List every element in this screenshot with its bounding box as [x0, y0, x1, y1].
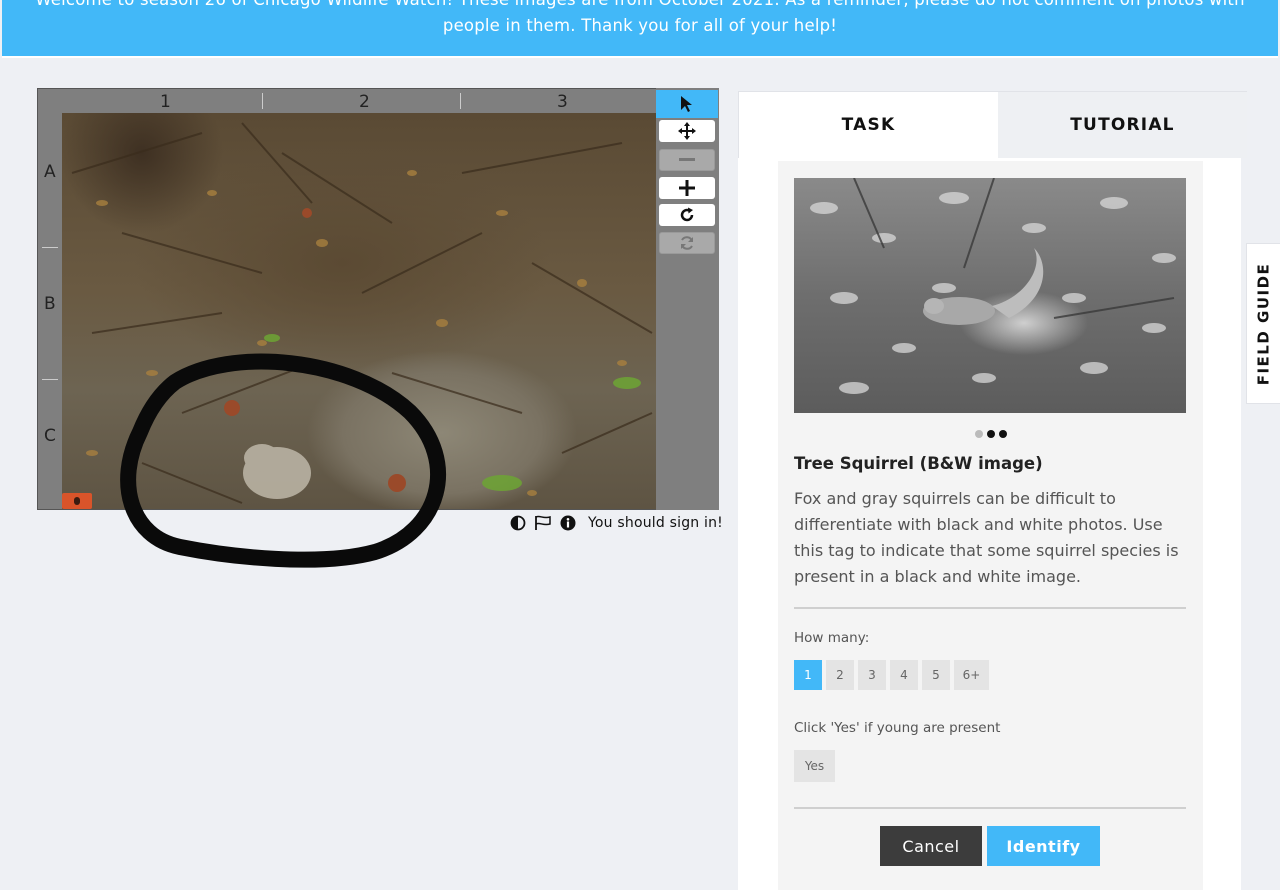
zoom-out-icon — [679, 158, 695, 161]
tab-task[interactable]: TASK — [739, 92, 998, 158]
subject-meta-row: You should sign in! — [510, 512, 723, 534]
column-label-2: 2 — [359, 92, 370, 112]
column-label-1: 1 — [160, 92, 171, 112]
subject-viewer: 1 2 3 A B C — [37, 88, 657, 510]
zoom-in-icon — [679, 180, 695, 196]
carousel-dot[interactable] — [998, 430, 1007, 438]
rotate-icon — [680, 207, 694, 222]
move-tool-button[interactable] — [659, 120, 715, 142]
count-option-6-plus[interactable]: 6+ — [954, 660, 989, 690]
row-label-b: B — [44, 294, 56, 314]
ruler-tick — [42, 379, 58, 380]
ruler-tick — [42, 247, 58, 248]
carousel-dot[interactable] — [986, 430, 995, 438]
how-many-label: How many: — [794, 630, 870, 646]
ruler-tick — [460, 93, 461, 109]
contrast-icon[interactable] — [510, 515, 526, 531]
animal-title: Tree Squirrel (B&W image) — [794, 454, 1043, 473]
move-icon — [678, 122, 696, 140]
divider — [794, 607, 1186, 609]
rotate-button[interactable] — [659, 204, 715, 226]
tab-tutorial[interactable]: TUTORIAL — [998, 92, 1247, 158]
column-ruler: 1 2 3 — [62, 89, 657, 113]
image-carousel-dots — [778, 423, 1203, 442]
banner-line-1: Welcome to season 26 of Chicago Wildlife… — [2, 0, 1278, 13]
count-option-1[interactable]: 1 — [794, 660, 822, 690]
task-panel: Tree Squirrel (B&W image) Fox and gray s… — [738, 158, 1241, 890]
zoom-in-button[interactable] — [659, 177, 715, 199]
example-image — [794, 178, 1186, 413]
flag-icon[interactable] — [534, 515, 552, 531]
info-icon[interactable] — [560, 515, 576, 531]
leaf-litter-texture — [71, 122, 653, 504]
zoom-out-button[interactable] — [659, 149, 715, 171]
announcement-banner: Welcome to season 26 of Chicago Wildlife… — [2, 0, 1278, 58]
row-ruler: A B C — [38, 113, 62, 509]
count-option-2[interactable]: 2 — [826, 660, 854, 690]
animal-description: Fox and gray squirrels can be difficult … — [794, 489, 1179, 586]
animal-detail-card: Tree Squirrel (B&W image) Fox and gray s… — [778, 161, 1203, 890]
young-yes-button[interactable]: Yes — [794, 750, 835, 782]
field-guide-label: FIELD GUIDE — [1254, 262, 1273, 385]
how-many-options: 1 2 3 4 5 6+ — [794, 660, 989, 690]
identify-button[interactable]: Identify — [987, 826, 1100, 866]
reset-button[interactable] — [659, 232, 715, 254]
young-present-label: Click 'Yes' if young are present — [794, 720, 1001, 736]
reset-icon — [681, 236, 693, 250]
carousel-dot[interactable] — [974, 430, 983, 438]
pointer-tool-button[interactable] — [656, 90, 718, 118]
pointer-icon — [681, 96, 692, 112]
cancel-button[interactable]: Cancel — [880, 826, 982, 866]
viewer-toolbar — [656, 88, 719, 510]
divider — [794, 807, 1186, 809]
count-option-4[interactable]: 4 — [890, 660, 918, 690]
photo-credit-badge[interactable] — [62, 493, 92, 509]
row-label-c: C — [44, 426, 56, 446]
task-panel-tabs: TASK TUTORIAL — [738, 91, 1247, 158]
subject-photo[interactable] — [62, 113, 656, 509]
column-label-3: 3 — [557, 92, 568, 112]
sign-in-prompt[interactable]: You should sign in! — [588, 515, 723, 531]
squirrel-bw-photo — [810, 178, 1176, 394]
field-guide-tab[interactable]: FIELD GUIDE — [1246, 243, 1280, 404]
banner-line-2: people in them. Thank you for all of you… — [442, 16, 838, 35]
count-option-3[interactable]: 3 — [858, 660, 886, 690]
row-label-a: A — [44, 162, 56, 182]
count-option-5[interactable]: 5 — [922, 660, 950, 690]
ruler-tick — [262, 93, 263, 109]
